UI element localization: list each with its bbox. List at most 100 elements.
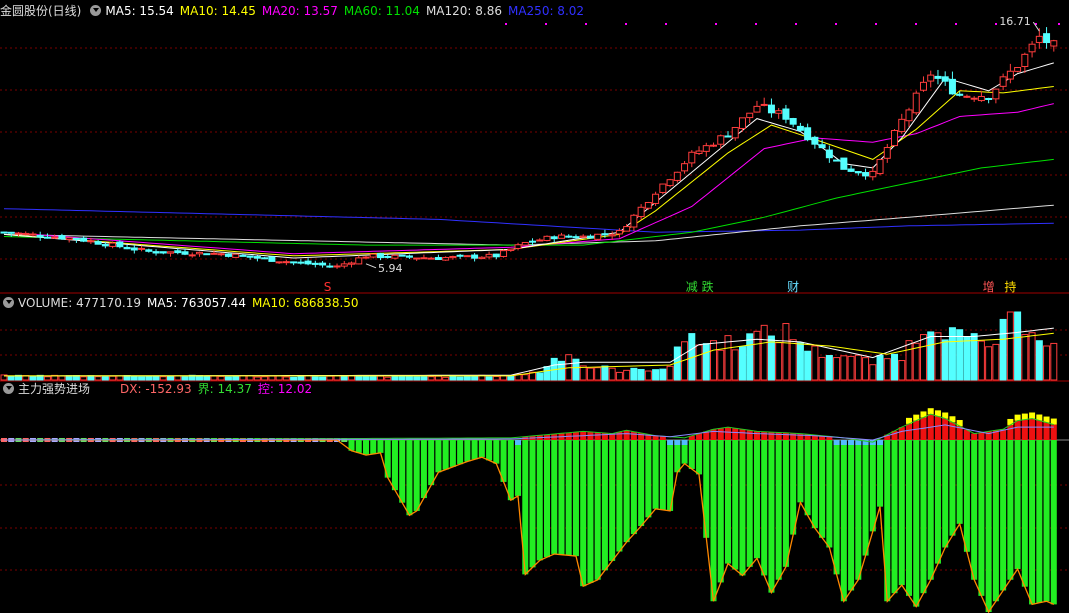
volume-bar: [608, 367, 616, 381]
indicator-bar: [391, 440, 398, 491]
volume-bar: [1014, 311, 1022, 381]
indicator-bar: [985, 440, 992, 612]
indicator-bar: [399, 440, 406, 503]
chart-canvas[interactable]: 16.71 5.94 S 减 跌 财 增持: [0, 0, 1069, 613]
candle-body: [36, 234, 44, 238]
indicator-bar: [428, 440, 435, 486]
indicator-bar: [486, 440, 493, 461]
candle-body: [702, 145, 710, 152]
volume-bar: [738, 346, 746, 381]
candle-body: [804, 127, 812, 141]
indicator-bar: [978, 440, 985, 596]
candle-body: [456, 254, 464, 257]
candle-body: [927, 74, 935, 82]
signal-dot: [665, 23, 667, 25]
weak-bar: [515, 440, 522, 445]
indicator-bar: [826, 440, 833, 548]
strength-bar: [1014, 420, 1021, 440]
candle-body: [529, 240, 537, 243]
indicator-bar: [1021, 440, 1028, 587]
candle-body: [80, 237, 88, 242]
candle-body: [420, 257, 428, 260]
volume-bar: [919, 334, 927, 381]
volume-bar: [1035, 340, 1043, 381]
strength-bar: [1043, 422, 1050, 440]
candle-body: [340, 263, 348, 267]
candle-body: [948, 78, 956, 95]
volume-bar: [167, 375, 175, 381]
candle-body: [1014, 67, 1022, 72]
indicator-bar: [992, 440, 999, 602]
candle-body: [659, 183, 667, 193]
volume-bar: [391, 375, 399, 381]
volume-bar: [594, 367, 602, 381]
candle-body: [442, 257, 450, 261]
ma250-line: [3, 208, 1054, 233]
indicator-bar: [732, 440, 739, 570]
volume-bar: [29, 376, 37, 381]
indicator-bar: [449, 440, 456, 467]
candle-body: [992, 88, 1000, 100]
indicator-bar: [464, 440, 471, 462]
strength-bar: [717, 428, 724, 440]
candle-body: [492, 253, 500, 258]
indicator-bar: [594, 440, 601, 580]
volume-bar: [644, 370, 652, 381]
volume-bar: [948, 327, 956, 381]
volume-bar: [376, 375, 384, 381]
candle-body: [391, 254, 399, 259]
strength-bar: [978, 432, 985, 440]
volume-bar: [753, 330, 761, 381]
volume-bar: [521, 374, 529, 381]
volume-bar: [586, 367, 594, 381]
high-price-label: 16.71: [999, 15, 1031, 28]
strength-bar: [739, 429, 746, 440]
candle-body: [333, 265, 341, 268]
candle-body: [167, 251, 175, 254]
strength-cap: [1029, 412, 1036, 419]
candle-body: [608, 234, 616, 237]
volume-bar: [615, 371, 623, 381]
candle-body: [956, 93, 964, 96]
candle-body: [796, 125, 804, 131]
volume-bar: [369, 375, 377, 381]
volume-bar: [275, 375, 283, 381]
volume-bar: [232, 375, 240, 381]
candle-body: [72, 237, 80, 240]
indicator-bar: [1043, 440, 1050, 602]
signal-dot: [835, 23, 837, 25]
volume-bar: [666, 365, 674, 381]
indicator-bar: [551, 440, 558, 554]
indicator-bar: [797, 440, 804, 503]
candle-body: [239, 254, 247, 257]
signal-dot: [625, 23, 627, 25]
volume-bar: [1006, 311, 1014, 381]
volume-bar: [311, 376, 319, 381]
candle-body: [565, 235, 573, 238]
candle-body: [195, 251, 203, 255]
indicator-bar: [609, 440, 616, 561]
candle-body: [825, 149, 833, 159]
ma250-path: [3, 208, 1054, 233]
signal-dot: [505, 23, 507, 25]
candle-body: [43, 236, 51, 239]
volume-bar: [224, 376, 232, 381]
strength-bar: [1021, 419, 1028, 440]
candlesticks: [0, 27, 1058, 269]
candle-body: [601, 233, 609, 236]
candle-body: [319, 262, 327, 266]
indicator-bar: [862, 440, 869, 556]
indicator-bar: [753, 440, 760, 559]
candle-body: [746, 112, 754, 119]
candle-body: [963, 95, 971, 98]
indicator-bar: [1014, 440, 1021, 569]
stock-chart-app: { "main_header": { "title": "金圆股份(日线)", …: [0, 0, 1069, 613]
candle-body: [536, 239, 544, 242]
volume-bar: [847, 355, 855, 381]
volume-bar: [101, 376, 109, 381]
indicator-bar: [572, 440, 579, 557]
candle-body: [376, 253, 384, 259]
volume-bar: [333, 375, 341, 381]
candle-body: [833, 159, 841, 162]
signal-dot: [795, 23, 797, 25]
